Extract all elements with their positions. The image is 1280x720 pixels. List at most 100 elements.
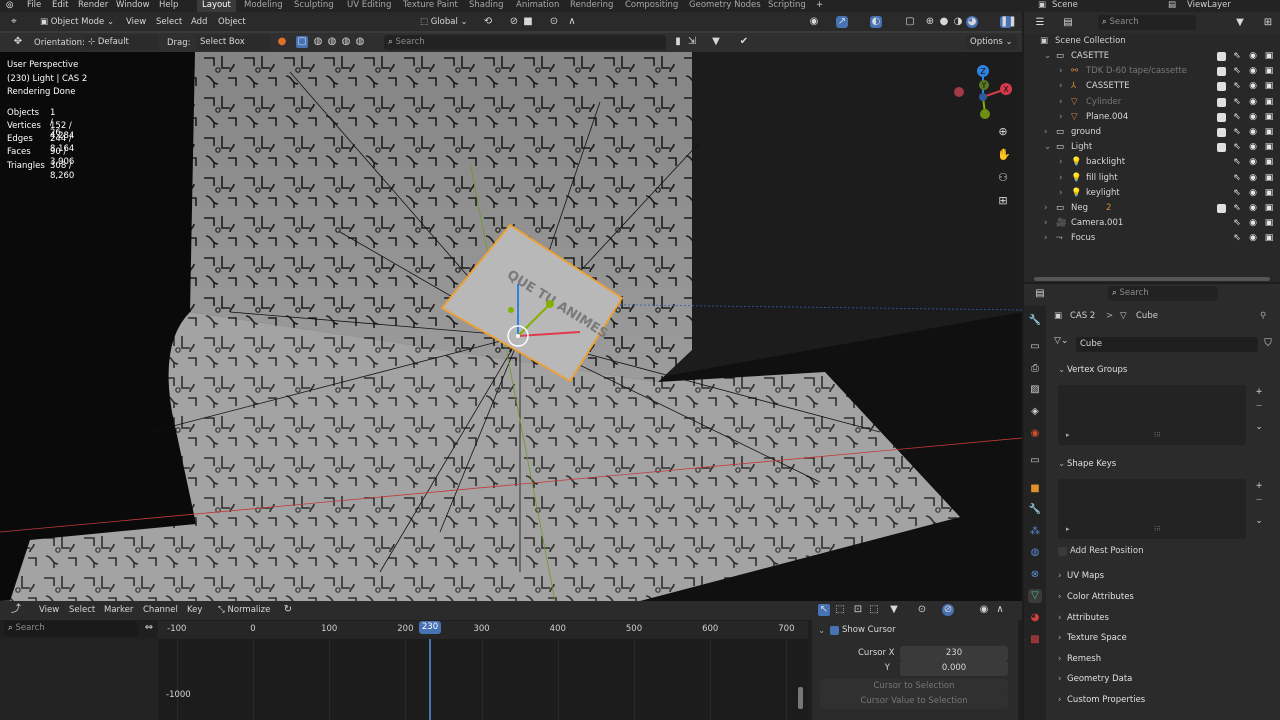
list-expand-icon[interactable]: ▸: [1066, 431, 1070, 439]
expand-chevron-icon[interactable]: ⌄: [1044, 49, 1051, 64]
display-mode-icon[interactable]: ▤: [1062, 17, 1074, 29]
snap-options-icon[interactable]: ⇲: [686, 36, 698, 48]
tab-sculpting[interactable]: Sculpting: [294, 0, 334, 12]
outliner-row-fill-light[interactable]: › 💡 fill light ⇖ ◉ ▣: [1024, 171, 1280, 186]
expand-chevron-icon[interactable]: ›: [1044, 216, 1047, 231]
menu-file[interactable]: File: [27, 0, 41, 12]
select-arrow-icon[interactable]: ⇖: [1232, 188, 1242, 198]
overlay-toggle-icon[interactable]: ◐: [870, 16, 882, 28]
swap-arrows-icon[interactable]: ⇔: [143, 622, 155, 634]
camera-render-icon[interactable]: ▣: [1264, 173, 1274, 183]
eye-icon[interactable]: ◉: [1248, 66, 1258, 76]
expand-chevron-icon[interactable]: ›: [1059, 64, 1062, 79]
panel-geometry-data[interactable]: › Geometry Data: [1054, 669, 1280, 689]
exclude-checkbox[interactable]: [1217, 52, 1226, 61]
outliner-row-focus[interactable]: › ⤳ Focus ⇖ ◉ ▣: [1024, 231, 1280, 246]
select-arrow-icon[interactable]: ⇖: [1232, 127, 1242, 137]
tab-shading[interactable]: Shading: [469, 0, 504, 12]
blender-logo-icon[interactable]: ◎: [6, 0, 13, 12]
pause-render-icon[interactable]: ❚❚: [1000, 16, 1017, 28]
select-arrow-icon[interactable]: ⇖: [1232, 81, 1242, 91]
editor-type-icon[interactable]: ⌖: [8, 16, 20, 28]
mode-dropdown[interactable]: ▣ Object Mode ⌄: [36, 15, 119, 30]
select-arrow-icon[interactable]: ⇖: [1232, 173, 1242, 183]
add-workspace-button[interactable]: +: [816, 0, 823, 12]
camera-render-icon[interactable]: ▣: [1264, 112, 1274, 122]
vertex-groups-list[interactable]: ▸ ⁝⁝⁝: [1058, 385, 1246, 445]
select-arrow-icon[interactable]: ⇖: [1232, 112, 1242, 122]
normalize-toggle[interactable]: ⤡ Normalize: [214, 603, 276, 618]
expand-chevron-icon[interactable]: ⌄: [1044, 140, 1051, 155]
shading-solid-icon[interactable]: ●: [938, 16, 950, 28]
panel-remesh[interactable]: › Remesh: [1054, 649, 1280, 669]
gizmo-toggle-icon[interactable]: ↗: [836, 16, 848, 28]
camera-render-icon[interactable]: ▣: [1264, 157, 1274, 167]
snap-target-icon[interactable]: ■: [522, 16, 534, 28]
select-arrow-icon[interactable]: ⇖: [1232, 66, 1242, 76]
auto-snap-icon[interactable]: ⊘: [942, 604, 954, 616]
show-hidden-icon[interactable]: ⬚: [834, 604, 846, 616]
camera-render-icon[interactable]: ▣: [1264, 66, 1274, 76]
expand-chevron-icon[interactable]: ›: [1044, 231, 1047, 246]
select-subtract-icon[interactable]: ◍: [326, 36, 338, 48]
outliner-row-neg[interactable]: › ▭ Neg 2 ⇖ ◉ ▣: [1024, 201, 1280, 216]
add-vertex-group-button[interactable]: +: [1252, 385, 1266, 400]
panel-vertex-groups[interactable]: ⌄ Vertex Groups: [1054, 360, 1280, 380]
proportional-icon[interactable]: ◉: [978, 604, 990, 616]
pivot-icon[interactable]: ⟲: [482, 16, 494, 28]
scene-tab-icon[interactable]: ◈: [1028, 405, 1042, 419]
panel-color-attributes[interactable]: › Color Attributes: [1054, 587, 1280, 607]
orientation-dropdown[interactable]: ⊹ Default: [84, 35, 158, 50]
scene-selector[interactable]: Scene: [1052, 0, 1078, 12]
camera-render-icon[interactable]: ▣: [1264, 233, 1274, 243]
list-resize-handle[interactable]: ⁝⁝⁝: [1154, 525, 1161, 533]
eye-icon[interactable]: ◉: [1248, 81, 1258, 91]
select-arrow-icon[interactable]: ⇖: [1232, 157, 1242, 167]
expand-chevron-icon[interactable]: ›: [1059, 95, 1062, 110]
vertex-group-menu-icon[interactable]: ⌄: [1252, 420, 1266, 435]
falloff-curve-icon[interactable]: ∧: [994, 604, 1006, 616]
exclude-checkbox[interactable]: [1217, 82, 1226, 92]
camera-render-icon[interactable]: ▣: [1264, 218, 1274, 228]
tab-uv-editing[interactable]: UV Editing: [347, 0, 391, 12]
graph-menu-select[interactable]: Select: [69, 605, 95, 615]
physics-tab-icon[interactable]: ◍: [1028, 546, 1042, 560]
mesh-name-field[interactable]: Cube: [1076, 337, 1258, 352]
modifier-tab-icon[interactable]: 🔧: [1028, 503, 1042, 517]
exclude-checkbox[interactable]: [1217, 204, 1226, 213]
shading-rendered-icon[interactable]: ◕: [966, 16, 978, 28]
tab-layout[interactable]: Layout: [197, 0, 236, 12]
constraints-tab-icon[interactable]: ⊗: [1028, 568, 1042, 582]
texture-tab-icon[interactable]: ▩: [1028, 633, 1042, 647]
select-intersect-icon[interactable]: ◍: [354, 36, 366, 48]
graph-scrollbar[interactable]: [798, 687, 803, 709]
shading-material-icon[interactable]: ◑: [952, 16, 964, 28]
menu-window[interactable]: Window: [116, 0, 150, 12]
zoom-icon[interactable]: ⊕: [997, 126, 1009, 138]
expand-chevron-icon[interactable]: ›: [1044, 201, 1047, 216]
view-layer-tab-icon[interactable]: ▨: [1028, 383, 1042, 397]
output-tab-icon[interactable]: ⎙: [1028, 362, 1042, 376]
expand-chevron-icon[interactable]: ›: [1059, 171, 1062, 186]
add-shape-key-button[interactable]: +: [1252, 479, 1266, 494]
viewport-menu-select[interactable]: Select: [156, 17, 182, 27]
select-arrow-icon[interactable]: ⇖: [1232, 233, 1242, 243]
cursor-to-selection-button[interactable]: Cursor to Selection: [820, 679, 1008, 694]
outliner-row-ground[interactable]: › ▭ ground ⇖ ◉ ▣: [1024, 125, 1280, 140]
pivot-point-icon[interactable]: ⊙: [916, 604, 928, 616]
select-set-icon[interactable]: ▢: [296, 36, 308, 48]
visibility-icon[interactable]: ◉: [808, 16, 820, 28]
panel-uv-maps[interactable]: › UV Maps: [1054, 566, 1280, 586]
cursor-x-field[interactable]: 230: [900, 646, 1008, 661]
outliner-row-keylight[interactable]: › 💡 keylight ⇖ ◉ ▣: [1024, 186, 1280, 201]
eye-icon[interactable]: ◉: [1248, 218, 1258, 228]
exclude-checkbox[interactable]: [1217, 112, 1226, 122]
camera-render-icon[interactable]: ▣: [1264, 203, 1274, 213]
outliner-row-scene-collection[interactable]: ▣ Scene Collection: [1024, 34, 1280, 49]
move-tool-icon[interactable]: ✥: [12, 36, 24, 48]
viewport-menu-object[interactable]: Object: [218, 17, 246, 27]
camera-render-icon[interactable]: ▣: [1264, 97, 1274, 107]
navigation-gizmo[interactable]: Z X Y: [948, 64, 1018, 132]
viewport-menu-add[interactable]: Add: [191, 17, 207, 27]
cursor-value-to-selection-button[interactable]: Cursor Value to Selection: [820, 694, 1008, 709]
